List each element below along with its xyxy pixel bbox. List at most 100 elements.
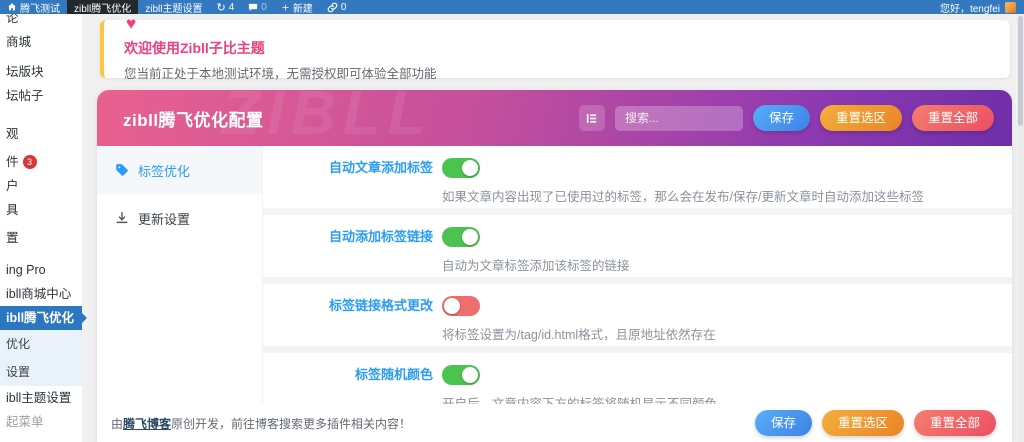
user-avatar[interactable] <box>1005 2 1016 13</box>
setting-description: 开启后，文章内容下方的标签将随机显示不同颜色 <box>442 393 717 404</box>
link-icon <box>327 2 338 13</box>
collapse-list-icon[interactable] <box>579 105 605 131</box>
toggle-knob <box>462 229 478 245</box>
sidebar-item[interactable]: 置 <box>0 226 82 250</box>
panel-footer: 由腾飞博客原创开发，前往博客搜索更多插件相关内容！ 保存 重置选区 重置全部 <box>97 404 1012 442</box>
sidebar-item[interactable]: ibll商城中心 <box>0 282 82 306</box>
reset-all-button[interactable]: 重置全部 <box>912 105 994 131</box>
download-icon <box>115 211 129 225</box>
sidebar-item[interactable]: 件3 <box>0 150 82 174</box>
sidebar-item[interactable]: ibll主题设置 <box>0 386 82 410</box>
settings-rows: 自动文章添加标签 如果文章内容出现了已使用过的标签，那么会在发布/保存/更新文章… <box>263 146 1012 404</box>
sidebar-item[interactable]: 具 <box>0 198 82 222</box>
toggle-switch[interactable] <box>442 227 480 247</box>
setting-label: 标签随机颜色 <box>263 365 433 404</box>
setting-row: 标签随机颜色 开启后，文章内容下方的标签将随机显示不同颜色 <box>263 353 1012 404</box>
toggle-knob <box>462 367 478 383</box>
notice-title: 欢迎使用Zibll子比主题 <box>124 38 1010 58</box>
sidebar-item-label: ing Pro <box>6 263 46 277</box>
settings-tab[interactable]: 更新设置 <box>97 194 262 242</box>
setting-label: 自动添加标签链接 <box>263 227 433 277</box>
sidebar-item[interactable]: 起菜单 <box>0 410 82 434</box>
sidebar-item-label: 设置 <box>6 365 30 379</box>
panel-title: zibll腾飞优化配置 <box>123 106 264 131</box>
setting-label: 自动文章添加标签 <box>263 158 433 208</box>
sidebar-item-label: 具 <box>6 203 19 217</box>
setting-label: 标签链接格式更改 <box>263 296 433 346</box>
sidebar-item[interactable]: ibll腾飞优化 <box>0 306 82 330</box>
sidebar-item[interactable]: 坛帖子 <box>0 84 82 108</box>
scrollbar-track[interactable] <box>1017 14 1024 442</box>
sidebar-item-label: 坛帖子 <box>6 89 44 103</box>
admin-bar-zibll-theme[interactable]: zibll主题设置 <box>138 0 209 14</box>
admin-bar-zibll-tengfei[interactable]: zibll腾飞优化 <box>67 0 138 14</box>
notice-description: 您当前正处于本地测试环境，无需授权即可体验全部功能 <box>124 63 1010 82</box>
admin-bar-links[interactable]: 0 <box>320 0 354 14</box>
sidebar-item-label: 优化 <box>6 337 30 351</box>
sidebar-item-label: 起菜单 <box>6 415 44 429</box>
toggle-switch[interactable] <box>442 296 480 316</box>
sidebar-item[interactable]: 设置 <box>0 358 82 386</box>
sidebar-item-label: 商城 <box>6 35 31 49</box>
welcome-notice: ♥ 欢迎使用Zibll子比主题 您当前正处于本地测试环境，无需授权即可体验全部功… <box>100 20 1010 78</box>
toggle-knob <box>462 160 478 176</box>
setting-row: 自动文章添加标签 如果文章内容出现了已使用过的标签，那么会在发布/保存/更新文章… <box>263 146 1012 208</box>
tab-label: 标签优化 <box>138 161 190 180</box>
search-input[interactable] <box>615 106 743 131</box>
admin-bar-new[interactable]: 新建 <box>274 0 320 14</box>
comment-icon <box>248 3 258 12</box>
links-count: 0 <box>341 2 347 13</box>
setting-row: 自动添加标签链接 自动为文章标签添加该标签的链接 <box>263 215 1012 277</box>
active-arrow-icon <box>82 313 87 323</box>
settings-tab[interactable]: 标签优化 <box>97 146 262 194</box>
sidebar-item[interactable]: 观 <box>0 122 82 146</box>
save-button[interactable]: 保存 <box>755 410 812 436</box>
admin-sidebar: 论 商城 坛版块 坛帖子 观 件3 户 具 置 ing Pro ibll商城中心 <box>0 14 82 442</box>
sidebar-item-label: 户 <box>6 179 19 193</box>
sidebar-item[interactable]: 优化 <box>0 330 82 358</box>
updates-count: 4 <box>229 2 235 13</box>
greeting-text[interactable]: 您好，tengfei <box>940 0 1000 15</box>
reset-section-button[interactable]: 重置选区 <box>820 105 902 131</box>
admin-bar-comments[interactable]: 0 <box>241 0 274 14</box>
admin-bar-site[interactable]: 腾飞测试 <box>0 0 67 14</box>
sidebar-item[interactable]: 户 <box>0 174 82 198</box>
scrollbar-thumb[interactable] <box>1018 16 1023 126</box>
plus-icon <box>281 3 290 12</box>
sidebar-item-label: 观 <box>6 127 19 141</box>
sidebar-item-label: ibll商城中心 <box>6 287 71 301</box>
tag-icon <box>115 163 129 177</box>
sidebar-item-label: 件 <box>6 155 19 169</box>
setting-description: 将标签设置为/tag/id.html格式，且原地址依然存在 <box>442 324 716 343</box>
sidebar-item[interactable]: ing Pro <box>0 258 82 282</box>
new-label: 新建 <box>293 0 313 15</box>
sidebar-item-label: 坛版块 <box>6 65 44 79</box>
toggle-switch[interactable] <box>442 365 480 385</box>
settings-panel: ZIBLL zibll腾飞优化配置 保存 重置选区 重置全部 标签优化 更新设置 <box>97 90 1012 442</box>
sidebar-item-label: ibll主题设置 <box>6 391 71 405</box>
update-icon: ↻ <box>216 1 225 14</box>
setting-description: 自动为文章标签添加该标签的链接 <box>442 255 630 274</box>
heart-icon: ♥ <box>126 14 136 34</box>
sidebar-item-label: ibll腾飞优化 <box>6 311 74 325</box>
admin-bar: 腾飞测试 zibll腾飞优化 zibll主题设置 ↻ 4 0 新建 0 您好，t… <box>0 0 1024 14</box>
tab-label: 更新设置 <box>138 209 190 228</box>
sidebar-item[interactable]: 坛版块 <box>0 60 82 84</box>
footer-text: 由腾飞博客原创开发，前往博客搜索更多插件相关内容！ <box>111 415 411 432</box>
home-icon <box>7 2 17 12</box>
reset-section-button[interactable]: 重置选区 <box>822 410 904 436</box>
reset-all-button[interactable]: 重置全部 <box>914 410 996 436</box>
toggle-knob <box>444 298 460 314</box>
save-button[interactable]: 保存 <box>753 105 810 131</box>
settings-tabs: 标签优化 更新设置 <box>97 146 263 404</box>
sidebar-item-label: 置 <box>6 231 19 245</box>
tengfei-blog-link[interactable]: 腾飞博客 <box>123 417 171 431</box>
sidebar-item[interactable]: 商城 <box>0 30 82 54</box>
site-name: 腾飞测试 <box>20 0 60 15</box>
panel-header: ZIBLL zibll腾飞优化配置 保存 重置选区 重置全部 <box>97 90 1012 146</box>
comments-count: 0 <box>261 2 267 13</box>
admin-bar-updates[interactable]: ↻ 4 <box>209 0 241 14</box>
count-badge: 3 <box>23 155 37 169</box>
toggle-switch[interactable] <box>442 158 480 178</box>
setting-description: 如果文章内容出现了已使用过的标签，那么会在发布/保存/更新文章时自动添加这些标签 <box>442 186 924 205</box>
